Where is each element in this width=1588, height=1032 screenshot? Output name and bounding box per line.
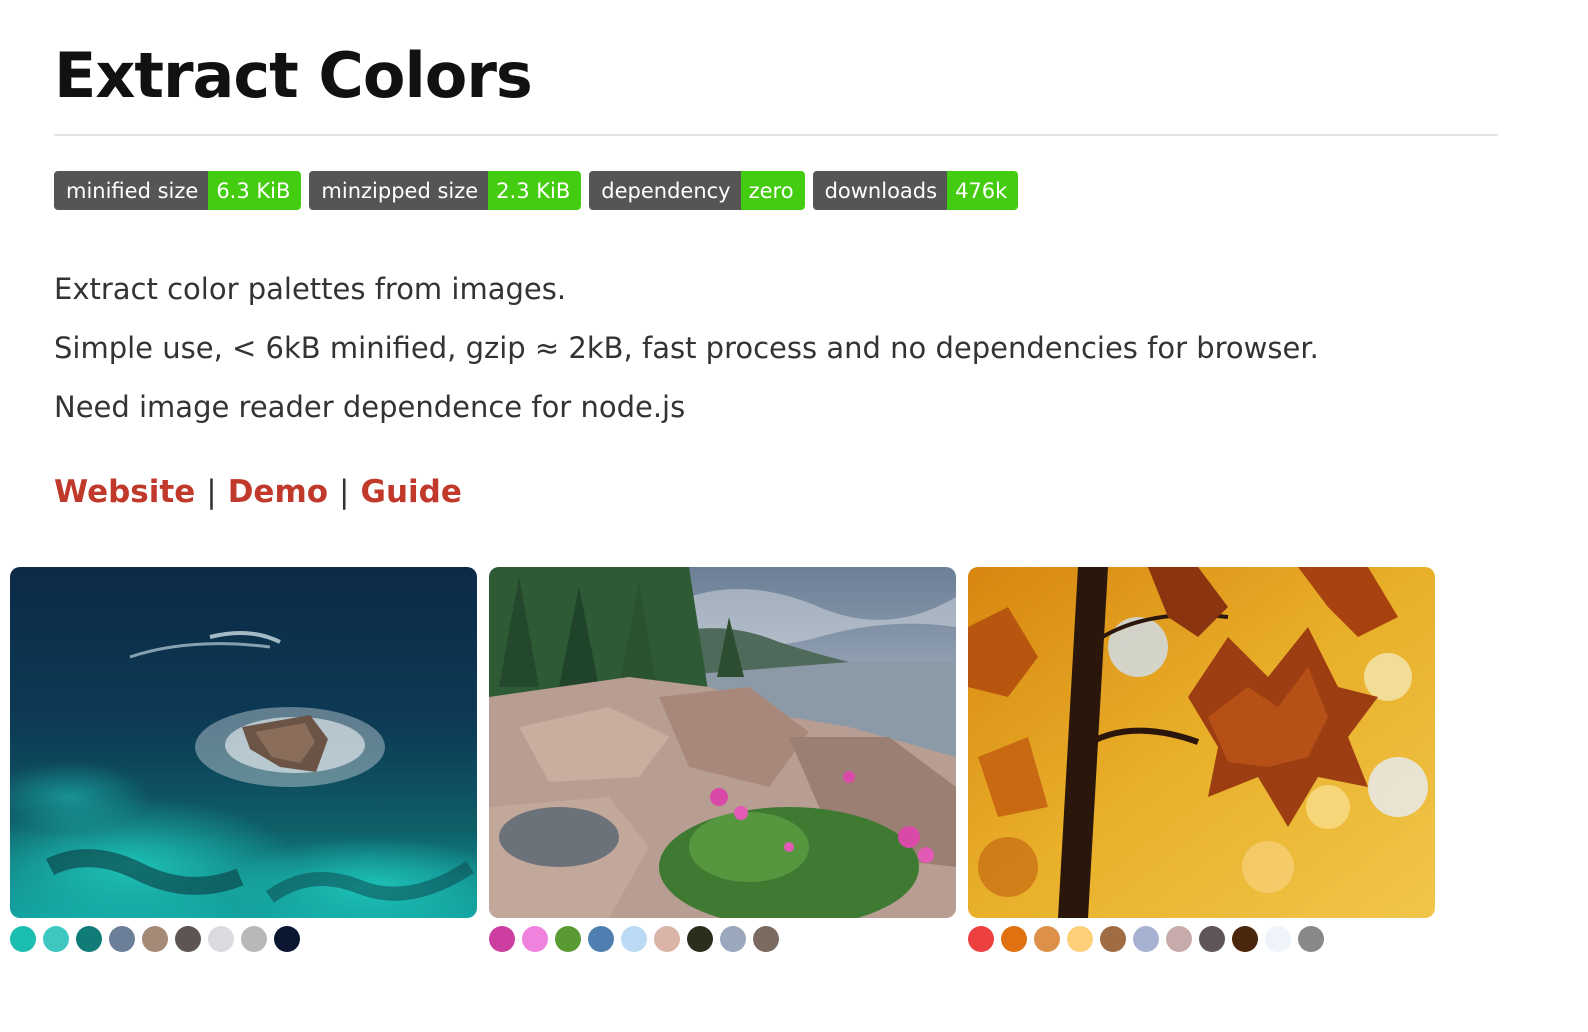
color-swatch[interactable] xyxy=(274,926,300,952)
color-swatch[interactable] xyxy=(555,926,581,952)
description: Extract color palettes from images. Simp… xyxy=(54,266,1319,443)
page-title: Extract Colors xyxy=(54,39,533,112)
color-swatch[interactable] xyxy=(1034,926,1060,952)
color-swatch[interactable] xyxy=(1001,926,1027,952)
color-swatch[interactable] xyxy=(208,926,234,952)
website-link[interactable]: Website xyxy=(54,474,195,510)
color-swatch[interactable] xyxy=(175,926,201,952)
link-separator: | xyxy=(206,474,217,510)
badge-minified-size[interactable]: minified size 6.3 KiB xyxy=(54,171,302,210)
color-swatch[interactable] xyxy=(522,926,548,952)
badge-label: dependency xyxy=(589,171,741,210)
description-line: Extract color palettes from images. xyxy=(54,272,567,306)
ocean-rock-photo[interactable] xyxy=(10,567,477,918)
link-separator: | xyxy=(339,474,350,510)
description-line: Simple use, < 6kB minified, gzip ≈ 2kB, … xyxy=(54,331,1319,365)
gallery-card-coast xyxy=(489,567,956,952)
color-swatch[interactable] xyxy=(43,926,69,952)
link-row: Website | Demo | Guide xyxy=(54,474,462,510)
badge-label: minified size xyxy=(54,171,209,210)
badge-label: downloads xyxy=(812,171,948,210)
badge-dependency[interactable]: dependency zero xyxy=(589,171,805,210)
gallery-card-ocean xyxy=(10,567,477,952)
color-swatch[interactable] xyxy=(142,926,168,952)
color-swatch[interactable] xyxy=(968,926,994,952)
gallery-card-autumn xyxy=(968,567,1435,952)
color-swatch[interactable] xyxy=(1298,926,1324,952)
color-swatch[interactable] xyxy=(654,926,680,952)
color-swatch[interactable] xyxy=(489,926,515,952)
color-swatch[interactable] xyxy=(753,926,779,952)
badge-downloads[interactable]: downloads 476k xyxy=(812,171,1019,210)
color-swatch[interactable] xyxy=(1199,926,1225,952)
badge-value: 2.3 KiB xyxy=(488,171,582,210)
color-swatch[interactable] xyxy=(621,926,647,952)
color-palette xyxy=(968,926,1435,952)
badge-value: zero xyxy=(740,171,805,210)
color-swatch[interactable] xyxy=(687,926,713,952)
color-swatch[interactable] xyxy=(1100,926,1126,952)
color-swatch[interactable] xyxy=(1232,926,1258,952)
description-line: Need image reader dependence for node.js xyxy=(54,390,686,424)
color-swatch[interactable] xyxy=(588,926,614,952)
color-swatch[interactable] xyxy=(76,926,102,952)
color-swatch[interactable] xyxy=(1067,926,1093,952)
title-divider xyxy=(54,134,1498,136)
rocky-coast-flowers-photo[interactable] xyxy=(489,567,956,918)
color-swatch[interactable] xyxy=(720,926,746,952)
color-swatch[interactable] xyxy=(241,926,267,952)
color-swatch[interactable] xyxy=(1265,926,1291,952)
guide-link[interactable]: Guide xyxy=(361,474,462,510)
color-swatch[interactable] xyxy=(1133,926,1159,952)
demo-link[interactable]: Demo xyxy=(228,474,328,510)
badge-minzipped-size[interactable]: minzipped size 2.3 KiB xyxy=(309,171,582,210)
example-gallery xyxy=(10,567,1435,952)
color-swatch[interactable] xyxy=(109,926,135,952)
badge-value: 476k xyxy=(947,171,1019,210)
badge-row: minified size 6.3 KiB minzipped size 2.3… xyxy=(54,171,1019,210)
badge-value: 6.3 KiB xyxy=(208,171,302,210)
color-palette xyxy=(10,926,477,952)
badge-label: minzipped size xyxy=(309,171,489,210)
color-swatch[interactable] xyxy=(10,926,36,952)
autumn-leaves-photo[interactable] xyxy=(968,567,1435,918)
color-swatch[interactable] xyxy=(1166,926,1192,952)
color-palette xyxy=(489,926,956,952)
